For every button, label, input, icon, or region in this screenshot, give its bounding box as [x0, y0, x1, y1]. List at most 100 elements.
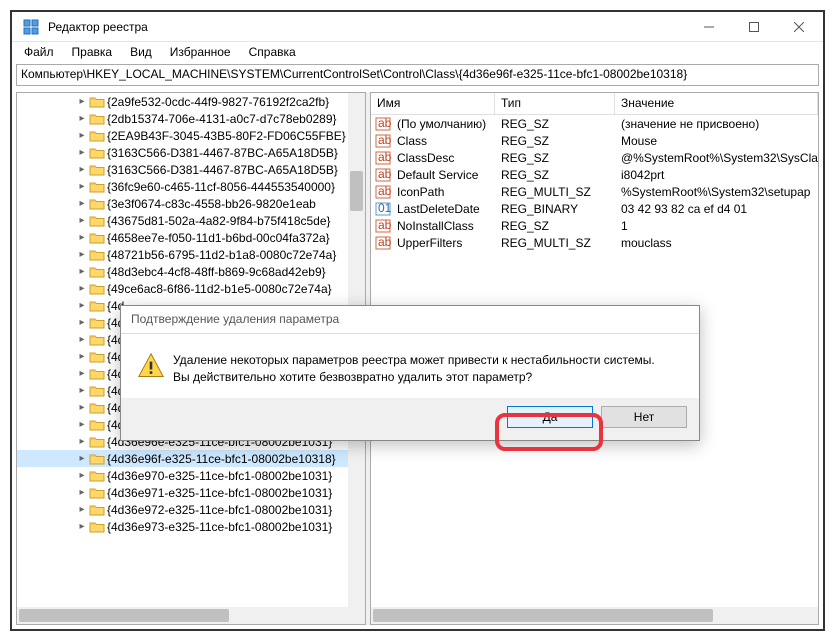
chevron-right-icon[interactable]: ▸ [75, 164, 89, 175]
string-value-icon: ab [375, 168, 391, 182]
folder-icon [89, 503, 105, 517]
value-type: REG_SZ [495, 168, 615, 182]
folder-icon [89, 520, 105, 534]
value-row[interactable]: abNoInstallClassREG_SZ1 [371, 217, 818, 234]
value-data: @%SystemRoot%\System32\SysCla [615, 151, 818, 165]
chevron-right-icon[interactable]: ▸ [75, 215, 89, 226]
chevron-right-icon[interactable]: ▸ [75, 96, 89, 107]
tree-item[interactable]: ▸ {49ce6ac8-6f86-11d2-b1e5-0080c72e74a} [17, 280, 355, 297]
values-hscroll[interactable] [371, 607, 818, 624]
chevron-right-icon[interactable]: ▸ [75, 300, 89, 311]
folder-icon [89, 197, 105, 211]
value-type: REG_SZ [495, 117, 615, 131]
value-row[interactable]: abUpperFiltersREG_MULTI_SZmouclass [371, 234, 818, 251]
folder-icon [89, 248, 105, 262]
menu-view[interactable]: Вид [122, 43, 160, 61]
chevron-right-icon[interactable]: ▸ [75, 198, 89, 209]
yes-button[interactable]: Да [507, 406, 593, 428]
string-value-icon: ab [375, 236, 391, 250]
value-type: REG_MULTI_SZ [495, 236, 615, 250]
chevron-right-icon[interactable]: ▸ [75, 351, 89, 362]
chevron-right-icon[interactable]: ▸ [75, 317, 89, 328]
string-value-icon: ab [375, 134, 391, 148]
col-value[interactable]: Значение [615, 93, 818, 114]
tree-item[interactable]: ▸{3163C566-D381-4467-87BC-A65A18D5B} [17, 161, 355, 178]
chevron-right-icon[interactable]: ▸ [75, 283, 89, 294]
chevron-right-icon[interactable]: ▸ [75, 521, 89, 532]
chevron-right-icon[interactable]: ▸ [75, 385, 89, 396]
menu-file[interactable]: Файл [16, 43, 62, 61]
address-bar[interactable]: Компьютер\HKEY_LOCAL_MACHINE\SYSTEM\Curr… [16, 64, 819, 86]
tree-item[interactable]: ▸{4d36e970-e325-11ce-bfc1-08002be1031} [17, 467, 355, 484]
chevron-right-icon[interactable]: ▸ [75, 487, 89, 498]
chevron-right-icon[interactable]: ▸ [75, 266, 89, 277]
tree-item[interactable]: ▸{3163C566-D381-4467-87BC-A65A18D5B} [17, 144, 355, 161]
regedit-icon [20, 16, 42, 38]
tree-item[interactable]: ▸ {4d36e96f-e325-11ce-bfc1-08002be10318} [17, 450, 355, 467]
chevron-right-icon[interactable]: ▸ [75, 232, 89, 243]
chevron-right-icon[interactable]: ▸ [75, 402, 89, 413]
menu-favorites[interactable]: Избранное [162, 43, 239, 61]
chevron-right-icon[interactable]: ▸ [75, 504, 89, 515]
chevron-right-icon[interactable]: ▸ [75, 147, 89, 158]
chevron-right-icon[interactable]: ▸ [75, 249, 89, 260]
tree-item[interactable]: ▸{4d36e971-e325-11ce-bfc1-08002be1031} [17, 484, 355, 501]
maximize-button[interactable] [731, 13, 776, 41]
tree-item[interactable]: ▸{2EA9B43F-3045-43B5-80F2-FD06C55FBE} [17, 127, 355, 144]
chevron-right-icon[interactable]: ▸ [75, 453, 89, 464]
value-row[interactable]: abDefault ServiceREG_SZi8042prt [371, 166, 818, 183]
svg-text:ab: ab [378, 168, 391, 181]
tree-item[interactable]: ▸{4d36e973-e325-11ce-bfc1-08002be1031} [17, 518, 355, 535]
tree-item-label: {49ce6ac8-6f86-11d2-b1e5-0080c72e74a} [107, 282, 332, 296]
string-value-icon: ab [375, 151, 391, 165]
tree-hscroll[interactable] [17, 607, 348, 624]
tree-item[interactable]: ▸{4658ee7e-f050-11d1-b6bd-00c04fa372a} [17, 229, 355, 246]
no-button[interactable]: Нет [601, 406, 687, 428]
chevron-right-icon[interactable]: ▸ [75, 334, 89, 345]
binary-value-icon: 01 [375, 202, 391, 216]
chevron-right-icon[interactable]: ▸ [75, 436, 89, 447]
value-type: REG_SZ [495, 219, 615, 233]
chevron-right-icon[interactable]: ▸ [75, 113, 89, 124]
dialog-title: Подтверждение удаления параметра [121, 306, 699, 334]
tree-item[interactable]: ▸{48721b56-6795-11d2-b1a8-0080c72e74a} [17, 246, 355, 263]
folder-icon [89, 180, 105, 194]
tree-item-label: {4d36e972-e325-11ce-bfc1-08002be1031} [107, 503, 332, 517]
folder-icon [89, 350, 105, 364]
value-row[interactable]: abIconPathREG_MULTI_SZ%SystemRoot%\Syste… [371, 183, 818, 200]
tree-item[interactable]: ▸ {4d36e972-e325-11ce-bfc1-08002be1031} [17, 501, 355, 518]
svg-text:01: 01 [378, 202, 391, 215]
menu-edit[interactable]: Правка [64, 43, 121, 61]
folder-icon [89, 401, 105, 415]
value-row[interactable]: 01LastDeleteDateREG_BINARY03 42 93 82 ca… [371, 200, 818, 217]
folder-icon [89, 112, 105, 126]
col-name[interactable]: Имя [371, 93, 495, 114]
tree-item[interactable]: ▸ {48d3ebc4-4cf8-48ff-b869-9c68ad42eb9} [17, 263, 355, 280]
tree-item[interactable]: ▸{2db15374-706e-4131-a0c7-d7c78eb0289} [17, 110, 355, 127]
string-value-icon: ab [375, 185, 391, 199]
value-row[interactable]: abClassREG_SZMouse [371, 132, 818, 149]
folder-icon [89, 299, 105, 313]
chevron-right-icon[interactable]: ▸ [75, 130, 89, 141]
tree-item[interactable]: ▸{2a9fe532-0cdc-44f9-9827-76192f2ca2fb} [17, 93, 355, 110]
chevron-right-icon[interactable]: ▸ [75, 368, 89, 379]
folder-icon [89, 282, 105, 296]
chevron-right-icon[interactable]: ▸ [75, 181, 89, 192]
minimize-button[interactable] [686, 13, 731, 41]
svg-text:ab: ab [378, 134, 391, 147]
tree-item-label: {36fc9e60-c465-11cf-8056-444553540000} [107, 180, 335, 194]
tree-item-label: {48d3ebc4-4cf8-48ff-b869-9c68ad42eb9} [107, 265, 326, 279]
chevron-right-icon[interactable]: ▸ [75, 470, 89, 481]
chevron-right-icon[interactable]: ▸ [75, 419, 89, 430]
col-type[interactable]: Тип [495, 93, 615, 114]
value-row[interactable]: ab(По умолчанию)REG_SZ(значение не присв… [371, 115, 818, 132]
tree-item[interactable]: ▸ {36fc9e60-c465-11cf-8056-444553540000} [17, 178, 355, 195]
tree-item[interactable]: ▸{43675d81-502a-4a82-9f84-b75f418c5de} [17, 212, 355, 229]
menu-help[interactable]: Справка [241, 43, 304, 61]
close-button[interactable] [776, 13, 821, 41]
value-row[interactable]: abClassDescREG_SZ@%SystemRoot%\System32\… [371, 149, 818, 166]
svg-text:ab: ab [378, 151, 391, 164]
svg-text:ab: ab [378, 117, 391, 130]
tree-item-label: {4d36e96f-e325-11ce-bfc1-08002be10318} [107, 452, 336, 466]
tree-item[interactable]: ▸{3e3f0674-c83c-4558-bb26-9820e1eab [17, 195, 355, 212]
